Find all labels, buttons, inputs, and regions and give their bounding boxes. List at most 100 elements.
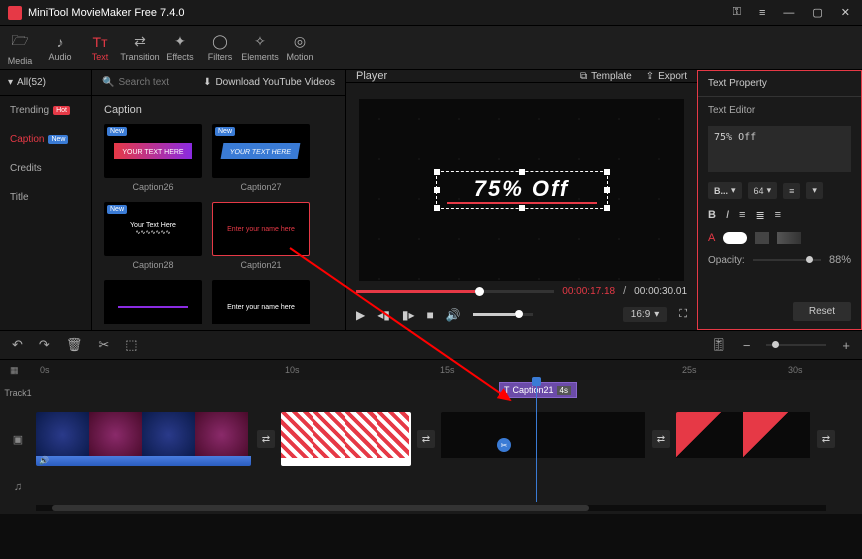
cat-trending[interactable]: TrendingHot (0, 96, 91, 125)
tab-transition[interactable]: ⇄Transition (120, 26, 160, 69)
playhead[interactable] (536, 380, 537, 502)
preview-canvas[interactable]: 75% Off (359, 99, 684, 281)
opacity-slider[interactable] (753, 259, 821, 261)
aspect-select[interactable]: 16:9▾ (623, 307, 668, 322)
tab-elements[interactable]: ✧Elements (240, 26, 280, 69)
size-select[interactable]: 64▾ (748, 182, 778, 199)
color-swatch[interactable] (723, 232, 747, 244)
preview-text-box[interactable]: 75% Off (436, 171, 608, 209)
ruler-icon: ▦ (10, 365, 19, 376)
text-editor-input[interactable] (708, 126, 851, 172)
transition-button-2[interactable]: ⇄ (417, 430, 435, 448)
prev-frame-button[interactable]: ◂▮ (377, 308, 390, 322)
thumb-caption23[interactable]: Enter your name here Caption23 (212, 280, 310, 324)
video-clip-2[interactable] (281, 412, 411, 466)
volume-slider[interactable] (473, 313, 533, 316)
timeline-toolbar: ↶ ↷ 🗑 ✂ ⬚ 🎚 − + (0, 330, 862, 360)
thumb-caption28[interactable]: NewYour Text Here∿∿∿∿∿∿∿ Caption28 (104, 202, 202, 270)
zoom-out-button[interactable]: − (743, 338, 751, 353)
gallery-section-title: Caption (92, 96, 345, 124)
thumb-caption22[interactable]: Caption22 (104, 280, 202, 324)
align-left-button[interactable]: ≡ (739, 209, 745, 222)
player-title: Player (356, 70, 566, 82)
text-property-title: Text Property (698, 71, 861, 97)
tab-effects[interactable]: ✦Effects (160, 26, 200, 69)
text-editor-label: Text Editor (708, 105, 851, 116)
video-clip-4[interactable] (676, 412, 811, 466)
thumb-caption27[interactable]: NewYOUR TEXT HERE Caption27 (212, 124, 310, 192)
time-duration: 00:00:30.01 (634, 286, 687, 297)
italic-button[interactable]: I (726, 209, 729, 222)
text-property-panel: Text Property Text Editor B...▾ 64▾ ≡ ▾ … (697, 70, 862, 330)
fullscreen-button[interactable]: ⛶ (679, 308, 687, 321)
font-select[interactable]: B...▾ (708, 182, 742, 199)
split-button[interactable]: ✂ (98, 337, 109, 353)
template-button[interactable]: ⧉Template (580, 71, 632, 82)
stop-button[interactable]: ■ (427, 308, 434, 322)
fill-color-button[interactable] (755, 232, 769, 244)
redo-button[interactable]: ↷ (39, 337, 50, 353)
download-youtube-link[interactable]: ⬇ Download YouTube Videos (203, 77, 335, 88)
tab-filters[interactable]: ◯Filters (200, 26, 240, 69)
cat-credits[interactable]: Credits (0, 154, 91, 183)
tab-motion[interactable]: ◎Motion (280, 26, 320, 69)
delete-button[interactable]: 🗑 (66, 337, 83, 353)
opacity-value: 88% (829, 254, 851, 266)
more-button[interactable]: ▾ (806, 182, 823, 199)
audio-track-icon[interactable]: 🎚 (710, 337, 727, 353)
reset-button[interactable]: Reset (793, 302, 851, 321)
titlebar: MiniTool MovieMaker Free 7.4.0 ⚿ ≡ ― ▢ ✕ (0, 0, 862, 26)
video-clip-1[interactable]: 🔊 (36, 412, 251, 466)
seek-bar[interactable] (356, 290, 554, 293)
next-frame-button[interactable]: ▮▸ (402, 308, 415, 322)
key-icon[interactable]: ⚿ (729, 4, 745, 21)
preview-text: 75% Off (474, 176, 570, 202)
cat-title[interactable]: Title (0, 183, 91, 212)
align-right-button[interactable]: ≡ (775, 209, 781, 222)
track1-label: Track1 (0, 388, 36, 398)
align-center-button[interactable]: ≣ (755, 209, 764, 222)
tab-media[interactable]: 🗁Media (0, 26, 40, 69)
play-button[interactable]: ▶ (356, 308, 365, 322)
timeline-tracks: Track1 TCaption214s ▣ 🔊 ⇄ ⇄ ⇄ (0, 380, 862, 502)
volume-icon[interactable]: 🔊 (446, 308, 461, 322)
timeline-ruler[interactable]: ▦ 0s 10s 15s 25s 30s (0, 360, 862, 380)
search-input[interactable]: 🔍 Search text (102, 77, 203, 88)
menu-icon[interactable]: ≡ (755, 5, 769, 21)
crop-button[interactable]: ⬚ (125, 337, 137, 353)
template-icon: ⧉ (580, 71, 587, 82)
close-button[interactable]: ✕ (837, 4, 854, 21)
gallery-panel: 🔍 Search text ⬇ Download YouTube Videos … (92, 70, 345, 330)
thumb-caption26[interactable]: NewYOUR TEXT HERE Caption26 (104, 124, 202, 192)
app-title: MiniTool MovieMaker Free 7.4.0 (28, 7, 729, 19)
thumb-caption21[interactable]: Enter your name here Caption21 (212, 202, 310, 270)
maximize-button[interactable]: ▢ (808, 4, 826, 21)
transition-button-4[interactable]: ⇄ (817, 430, 835, 448)
time-current: 00:00:17.18 (562, 286, 615, 297)
zoom-slider[interactable] (766, 344, 826, 346)
audio-track-icon: ♫ (0, 481, 36, 493)
video-clip-3[interactable] (441, 412, 646, 466)
minimize-button[interactable]: ― (779, 5, 798, 21)
main-toolbar: 🗁Media ♪Audio TтText ⇄Transition ✦Effect… (0, 26, 862, 70)
transition-button-3[interactable]: ⇄ (652, 430, 670, 448)
category-all[interactable]: ▾All(52) (0, 70, 91, 96)
horizontal-scrollbar[interactable] (0, 502, 862, 514)
category-sidebar: ▾All(52) TrendingHot CaptionNew Credits … (0, 70, 92, 330)
tab-text[interactable]: TтText (80, 26, 120, 69)
line-spacing-button[interactable]: ≡ (783, 183, 800, 199)
bold-button[interactable]: B (708, 209, 716, 222)
tab-audio[interactable]: ♪Audio (40, 26, 80, 69)
opacity-label: Opacity: (708, 255, 745, 266)
app-logo (8, 6, 22, 20)
zoom-in-button[interactable]: + (842, 338, 850, 353)
undo-button[interactable]: ↶ (12, 337, 23, 353)
badge-new: New (48, 135, 68, 144)
gradient-button[interactable] (777, 232, 801, 244)
text-color-button[interactable]: A (708, 232, 715, 244)
video-track-icon: ▣ (0, 406, 36, 472)
export-button[interactable]: ⇪Export (646, 71, 687, 82)
cat-caption[interactable]: CaptionNew (0, 125, 91, 154)
split-marker-icon[interactable]: ✂ (497, 438, 511, 452)
transition-button-1[interactable]: ⇄ (257, 430, 275, 448)
